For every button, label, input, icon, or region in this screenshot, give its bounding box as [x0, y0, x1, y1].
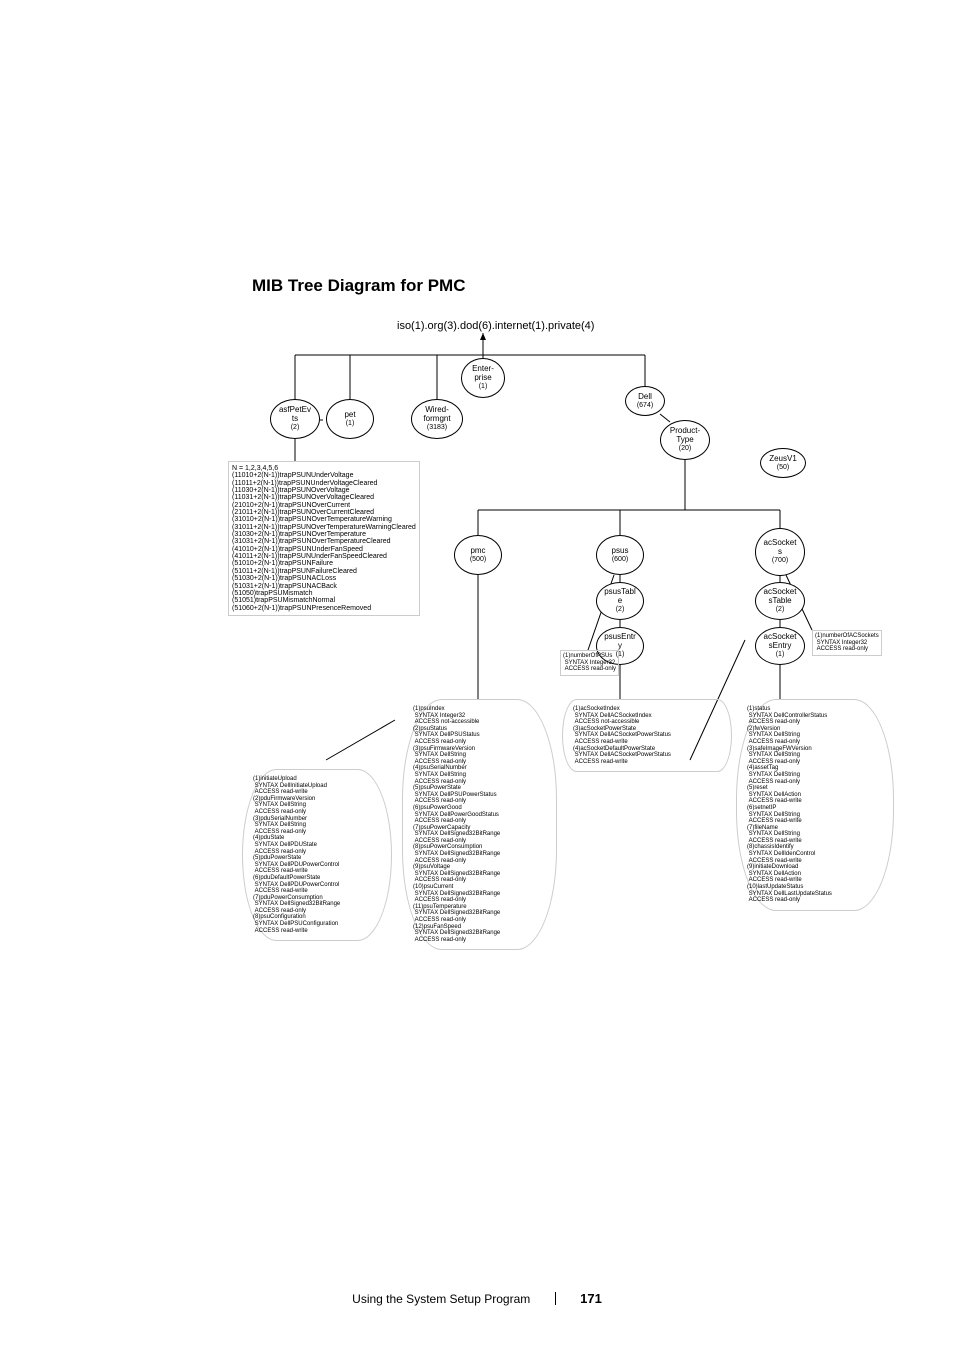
node-pet: pet (1) [326, 399, 374, 439]
footer-divider [555, 1292, 556, 1305]
node-enterprise: Enter-prise (1) [461, 358, 505, 398]
footer-page-number: 171 [580, 1291, 602, 1306]
node-pmc: pmc (500) [454, 535, 502, 575]
leafbox-pmc: (1)initiateUpload SYNTAX DellInitiateUpl… [242, 769, 392, 941]
leafbox-acsockets: (1)acSocketIndex SYNTAX DellACSocketInde… [562, 699, 732, 772]
node-psus: psus (600) [596, 535, 644, 575]
leafbox-status: (1)status SYNTAX DellControllerStatus AC… [736, 699, 894, 911]
node-asfpetevts: asfPetEvts (2) [270, 399, 320, 439]
tree-connectors [0, 0, 954, 1350]
trap-list: N = 1,2,3,4,5,6(11010+2(N-1))trapPSUNUnd… [228, 461, 420, 616]
footer-section-name: Using the System Setup Program [352, 1292, 530, 1306]
node-producttype: Product-Type (20) [660, 420, 710, 460]
node-zeusv1: ZeusV1 (50) [760, 448, 806, 478]
leafbox-psus: (1)psuIndex SYNTAX Integer32 ACCESS not-… [402, 699, 557, 950]
note-numberofacsockets: (1)numberOfACSockets SYNTAX Integer32 AC… [812, 630, 882, 656]
node-dell: Dell (674) [625, 386, 665, 416]
page-footer: Using the System Setup Program 171 [0, 1290, 954, 1308]
node-acsocketstable: acSocketsTable (2) [755, 582, 805, 620]
note-numberofpsus: (1)numberOfPSUs SYNTAX Integer32 ACCESS … [560, 650, 619, 676]
node-psustable: psusTable (2) [596, 582, 644, 620]
node-acsockets: acSockets (700) [755, 528, 805, 576]
node-wiredformgnt: Wired-formgnt (3183) [411, 399, 463, 439]
node-acsocketsentry: acSocketsEntry (1) [755, 627, 805, 665]
